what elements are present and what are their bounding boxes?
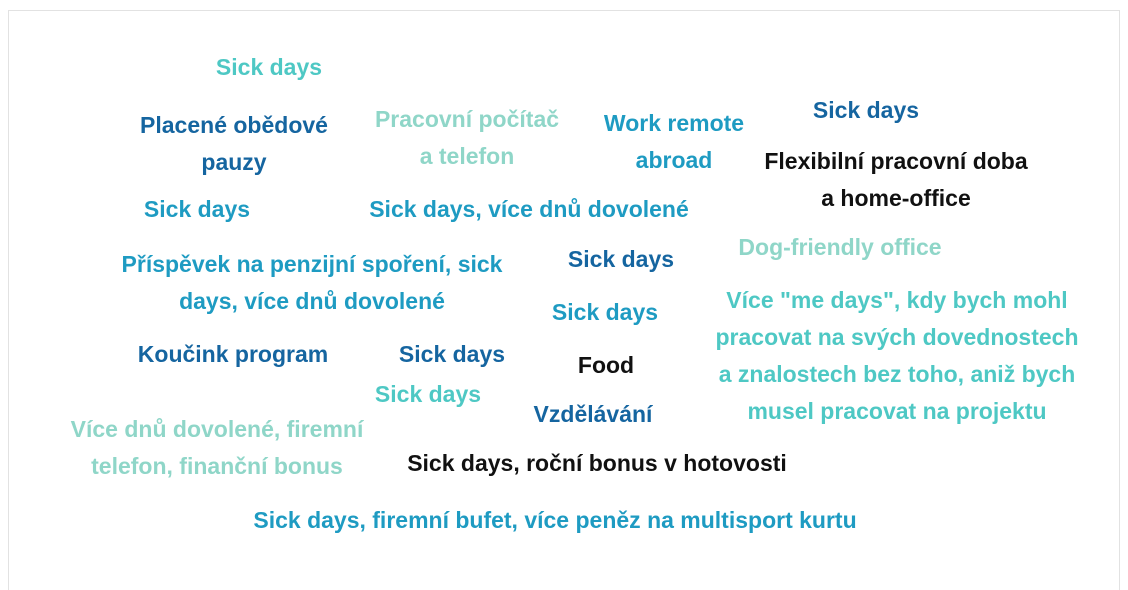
word-work-remote-abroad: Work remote abroad [603, 110, 745, 173]
word-cloud: Sick days Placené obědové pauzy Pracovní… [8, 10, 1120, 590]
word-vice-me-days: Více "me days", kdy bych mohl pracovat n… [715, 287, 1079, 424]
word-sick-days-3: Sick days [143, 196, 251, 222]
word-koucink-program: Koučink program [137, 341, 329, 367]
word-pracovni-pocitac: Pracovní počítač a telefon [374, 106, 560, 169]
word-placene-obedove-pauzy: Placené obědové pauzy [140, 112, 328, 175]
word-sick-days-5: Sick days [551, 299, 659, 325]
word-prispevek-na-penzijni-sporeni: Příspěvek na penzijní spoření, sick days… [121, 251, 503, 314]
word-food: Food [577, 352, 635, 378]
word-sick-days-firemni-bufet: Sick days, firemní bufet, více peněz na … [253, 507, 857, 533]
word-sick-days-6: Sick days [398, 341, 506, 367]
word-sick-days-4: Sick days [567, 246, 675, 272]
word-dog-friendly-office: Dog-friendly office [738, 234, 942, 260]
word-sick-days-1: Sick days [215, 54, 323, 80]
word-vice-dnu-dovolene-firemni-telefon: Více dnů dovolené, firemní telefon, fina… [70, 416, 364, 479]
word-vzdelavani: Vzdělávání [533, 401, 653, 427]
word-sick-days-2: Sick days [812, 97, 920, 123]
word-sick-days-rocni-bonus: Sick days, roční bonus v hotovosti [407, 450, 787, 476]
word-flexibilni-pracovni-doba: Flexibilní pracovní doba a home-office [764, 148, 1028, 211]
word-sick-days-vice-dnu-dovolene: Sick days, více dnů dovolené [369, 196, 689, 222]
word-sick-days-7: Sick days [374, 381, 482, 407]
